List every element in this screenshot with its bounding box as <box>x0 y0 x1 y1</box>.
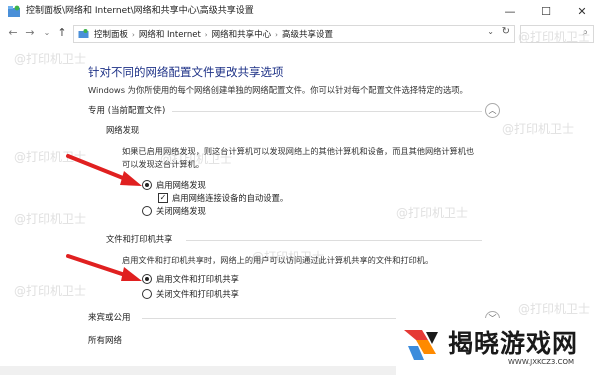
breadcrumb-network-sharing-center[interactable]: 网络和共享中心 <box>212 30 272 40</box>
file-sharing-title: 文件和打印机共享 <box>106 234 173 244</box>
site-logo-url: WWW.JXKCZ3.COM <box>508 358 575 366</box>
maximize-button[interactable]: ☐ <box>528 0 564 22</box>
watermark: @打印机卫士 <box>14 52 87 66</box>
search-input[interactable]: ⌕ <box>520 25 594 43</box>
breadcrumb-network-internet[interactable]: 网络和 Internet <box>139 30 201 40</box>
radio-label: 启用网络发现 <box>156 180 206 190</box>
checkmark-icon[interactable]: ✓ <box>158 193 168 203</box>
collapse-chevron-up-icon[interactable]: ︿ <box>485 103 500 118</box>
radio-unselected-icon[interactable] <box>142 206 152 216</box>
red-arrow-icon <box>66 154 142 186</box>
section-guest-title[interactable]: 来宾或公用 <box>88 311 131 323</box>
forward-arrow-icon[interactable]: → <box>23 25 37 41</box>
radio-label: 关闭文件和打印机共享 <box>156 289 239 299</box>
network-discovery-desc: 如果已启用网络发现，则这台计算机可以发现网络上的其他计算机和设备，而且其他网络计… <box>122 146 475 156</box>
address-toolbar: ← → ⌄ ↑ 控制面板 › 网络和 Internet › 网络和共享中心 › 高级共享设置… <box>0 22 600 44</box>
section-private-title[interactable]: 专用 (当前配置文件) <box>88 104 165 116</box>
watermark: @打印机卫士 <box>502 122 575 136</box>
radio-enable-file-sharing[interactable]: 启用文件和打印机共享 <box>142 273 239 285</box>
radio-disable-network-discovery[interactable]: 关闭网络发现 <box>142 205 206 217</box>
breadcrumb: 控制面板 › 网络和 Internet › 网络和共享中心 › 高级共享设置 <box>94 28 333 40</box>
search-icon: ⌕ <box>582 27 588 38</box>
network-discovery-title: 网络发现 <box>106 125 140 135</box>
minimize-button[interactable]: — <box>492 0 528 22</box>
bottom-strip <box>0 366 396 375</box>
recent-locations-chevron-icon[interactable]: ⌄ <box>40 25 54 41</box>
checkbox-label: 启用网络连接设备的自动设置。 <box>172 193 289 203</box>
page-description: Windows 为你所使用的每个网络创建单独的网络配置文件。你可以针对每个配置文… <box>88 85 468 95</box>
up-arrow-icon[interactable]: ↑ <box>55 25 69 41</box>
address-input[interactable]: 控制面板 › 网络和 Internet › 网络和共享中心 › 高级共享设置 ⌄ ↻ <box>73 25 515 43</box>
radio-disable-file-sharing[interactable]: 关闭文件和打印机共享 <box>142 288 239 300</box>
close-button[interactable]: ✕ <box>564 0 600 22</box>
page-title: 针对不同的网络配置文件更改共享选项 <box>88 65 284 79</box>
radio-label: 关闭网络发现 <box>156 206 206 216</box>
site-logo-mark-icon <box>404 330 438 360</box>
site-logo-text: 揭晓游戏网 <box>448 329 579 358</box>
section-divider <box>172 111 482 112</box>
address-dropdown-icon[interactable]: ⌄ <box>487 27 494 36</box>
breadcrumb-separator-icon[interactable]: › <box>132 31 135 39</box>
checkbox-auto-setup[interactable]: ✓ 启用网络连接设备的自动设置。 <box>158 192 288 204</box>
section-divider <box>186 240 482 241</box>
file-sharing-desc: 启用文件和打印机共享时，网络上的用户可以访问通过此计算机共享的文件和打印机。 <box>122 255 434 265</box>
radio-label: 启用文件和打印机共享 <box>156 274 239 284</box>
network-folder-icon <box>8 5 20 17</box>
title-bar: 控制面板\网络和 Internet\网络和共享中心\高级共享设置 — ☐ ✕ <box>0 0 600 22</box>
watermark: @打印机卫士 <box>14 212 87 226</box>
window-title: 控制面板\网络和 Internet\网络和共享中心\高级共享设置 <box>26 6 254 16</box>
control-panel-icon <box>78 29 89 38</box>
breadcrumb-separator-icon[interactable]: › <box>275 31 278 39</box>
breadcrumb-separator-icon[interactable]: › <box>205 31 208 39</box>
breadcrumb-advanced-sharing[interactable]: 高级共享设置 <box>282 30 333 40</box>
red-arrow-icon <box>66 254 142 281</box>
site-logo: 揭晓游戏网 WWW.JXKCZ3.COM <box>396 318 600 375</box>
watermark: @打印机卫士 <box>518 302 591 316</box>
back-arrow-icon[interactable]: ← <box>6 25 20 41</box>
refresh-icon[interactable]: ↻ <box>502 26 510 37</box>
section-all-networks-title[interactable]: 所有网络 <box>88 334 122 346</box>
radio-enable-network-discovery[interactable]: 启用网络发现 <box>142 179 206 191</box>
watermark: @打印机卫士 <box>396 206 469 220</box>
breadcrumb-control-panel[interactable]: 控制面板 <box>94 30 128 40</box>
radio-unselected-icon[interactable] <box>142 289 152 299</box>
